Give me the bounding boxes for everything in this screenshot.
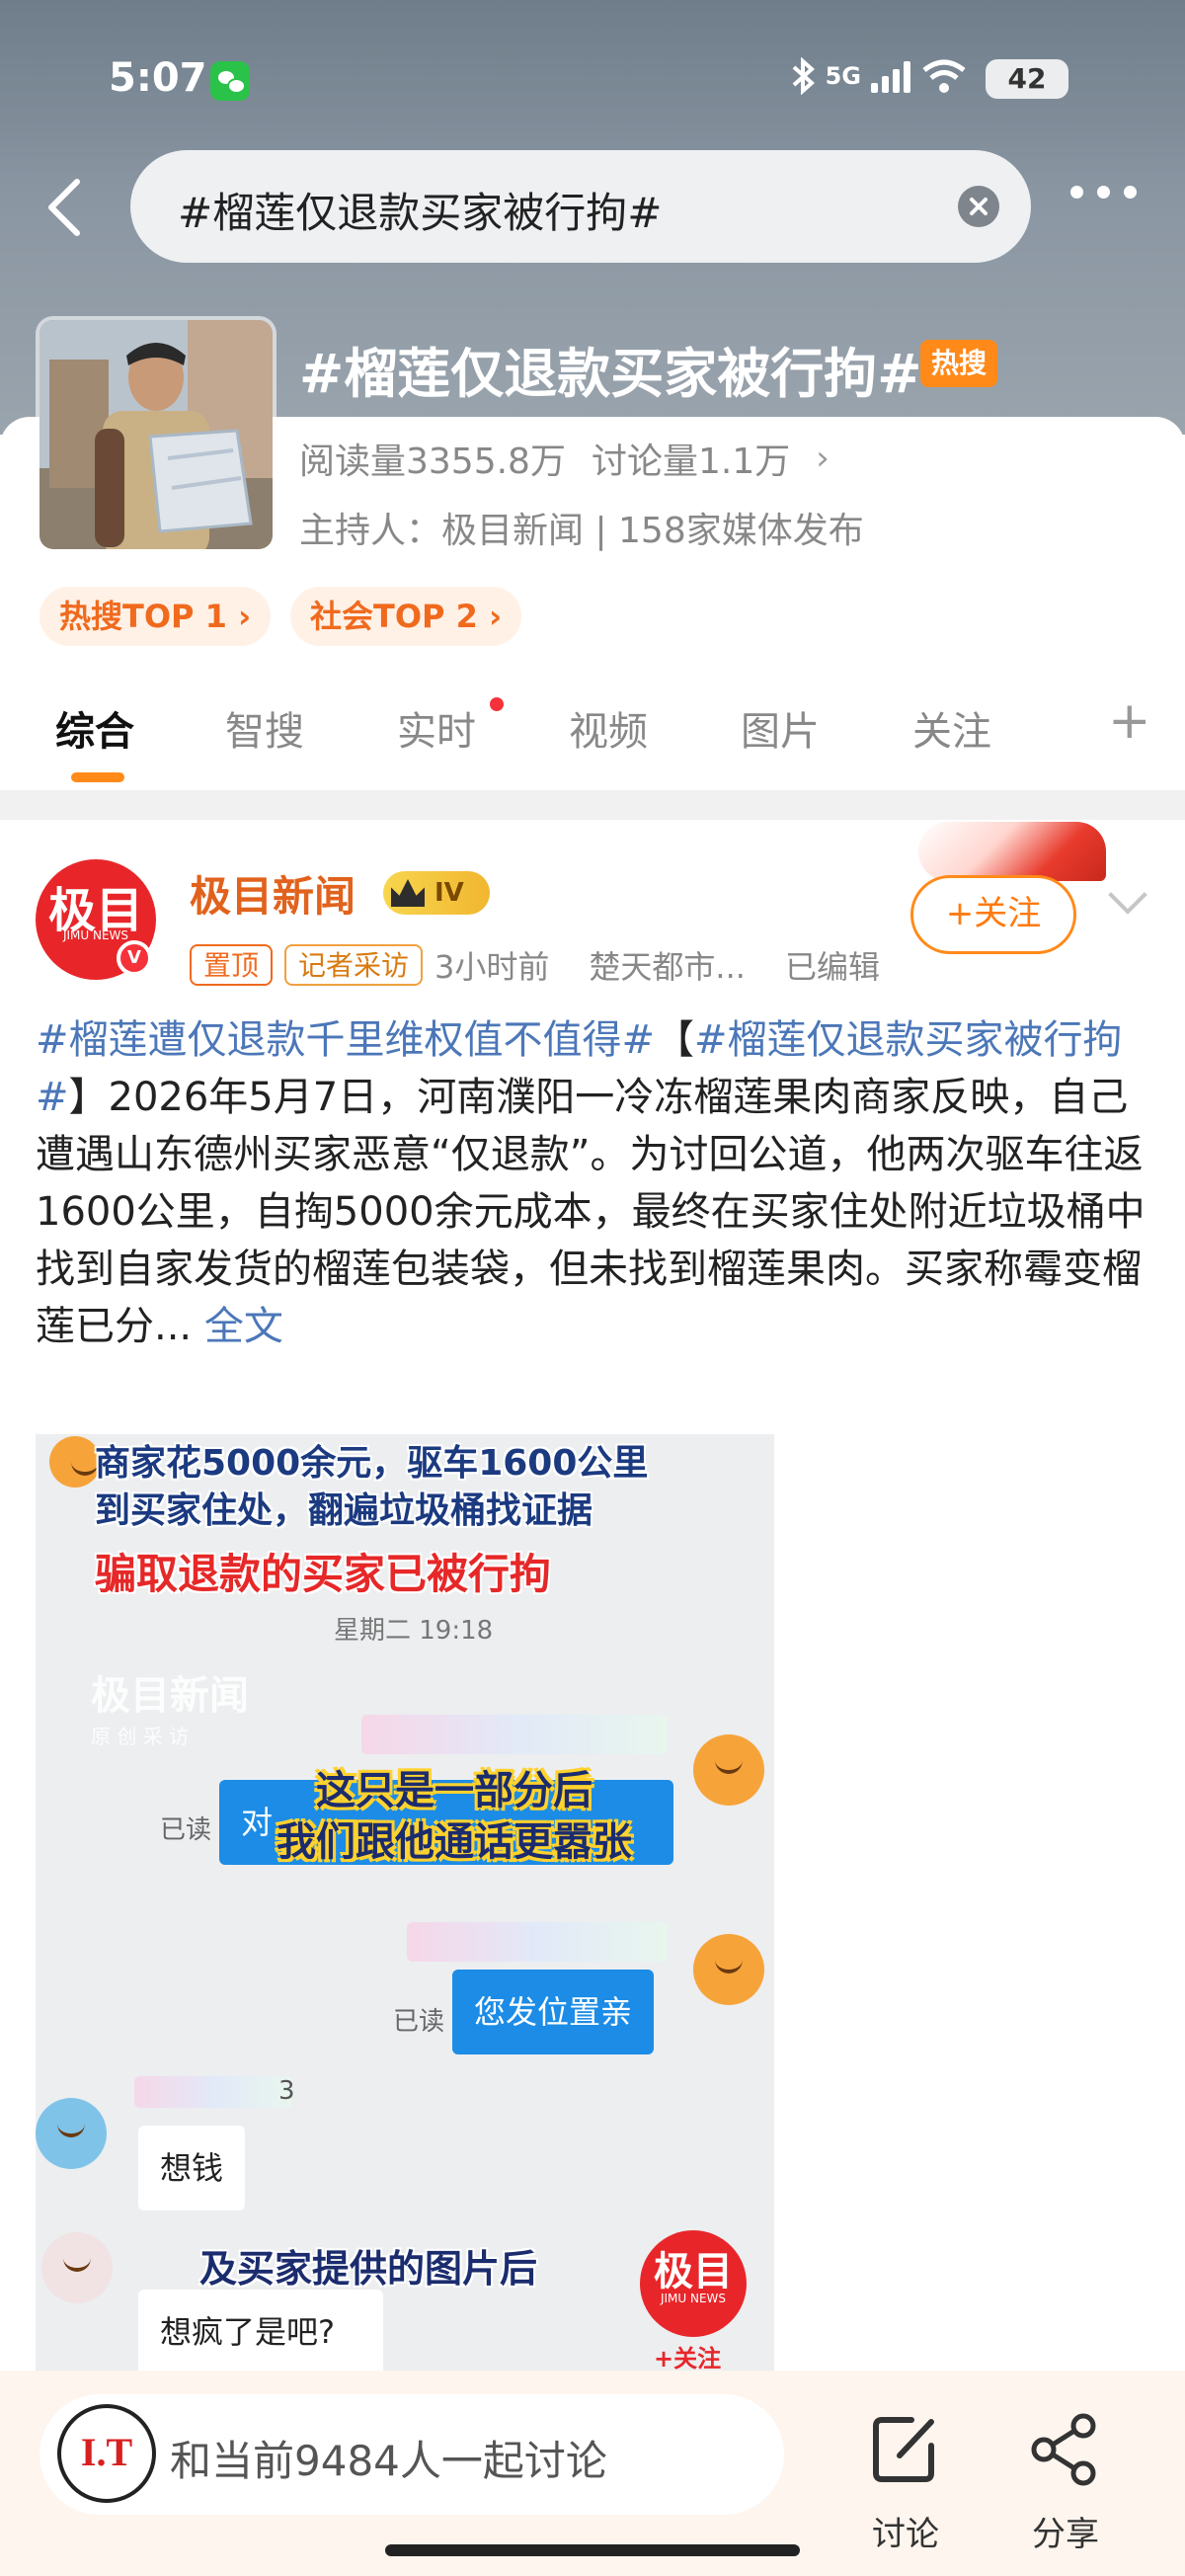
- thumbnail-image: [40, 320, 273, 549]
- emoji-avatar: [49, 1436, 101, 1488]
- video-caption: 到买家住处，翻遍垃圾桶找证据: [95, 1490, 593, 1531]
- discussion-placeholder: 和当前9484人一起讨论: [170, 2437, 607, 2485]
- bubble-text: 想钱: [160, 2149, 224, 2187]
- section-divider: [0, 790, 1185, 820]
- add-tab-button[interactable]: +: [1108, 691, 1151, 751]
- watermark-text: 极目新闻: [91, 1673, 249, 1719]
- video-caption: 商家花5000余元，驱车1600公里: [95, 1443, 649, 1484]
- read-label: 已读: [393, 2007, 445, 2037]
- bubble-text: 对: [241, 1804, 274, 1841]
- pinned-chip: 置顶: [190, 944, 274, 986]
- video-caption-highlight: 骗取退款的买家已被行拘: [95, 1550, 552, 1598]
- edited-label: 已编辑: [784, 948, 880, 986]
- contact-avatar: [36, 2098, 107, 2169]
- hot-search-badge: 热搜: [920, 340, 997, 387]
- discuss-button[interactable]: 讨论: [851, 2396, 960, 2554]
- video-watermark: 极目新闻原 创 采 访: [91, 1663, 249, 1749]
- active-tab-indicator: [71, 772, 124, 782]
- chat-bubble: 您发位置亲: [452, 1970, 655, 2054]
- emoji-avatar: [693, 1934, 764, 2005]
- edit-icon: [873, 2417, 934, 2482]
- share-button[interactable]: 分享: [1011, 2396, 1120, 2554]
- tab-bar: 综合 智搜 实时 视频 图片 关注: [0, 691, 1185, 786]
- blurred-name: [361, 1715, 668, 1754]
- discussion-count: 讨论量1.1万: [591, 442, 791, 482]
- tab-images[interactable]: 图片: [741, 699, 820, 757]
- read-label: 已读: [160, 1815, 212, 1845]
- search-input[interactable]: #榴莲仅退款买家被行拘#: [130, 150, 1031, 263]
- jimu-logo: 极目 JIMU NEWS: [640, 2230, 747, 2337]
- tab-following[interactable]: 关注: [912, 699, 991, 757]
- contact-avatar: [41, 2232, 113, 2303]
- wechat-notification-icon: [210, 61, 250, 101]
- bubble-text: 想疯了是吧?: [160, 2313, 335, 2351]
- home-indicator[interactable]: [385, 2544, 800, 2556]
- chat-bubble: 想疯了是吧?: [138, 2290, 383, 2371]
- wifi-icon: [922, 59, 966, 93]
- hashtag-link[interactable]: #榴莲遭仅退款千里维权值不值得#: [36, 1017, 655, 1063]
- back-button[interactable]: [43, 178, 87, 237]
- partial-number: 3: [278, 2076, 295, 2106]
- topic-title: #榴莲仅退款买家被行拘#: [299, 343, 922, 405]
- share-icon: [1031, 2413, 1096, 2486]
- bracket-open: 【: [655, 1017, 695, 1063]
- clear-search-button[interactable]: [958, 186, 999, 227]
- author-level-badge: IV: [383, 871, 490, 915]
- chat-timestamp: 星期二 19:18: [334, 1616, 494, 1646]
- tab-realtime[interactable]: 实时: [397, 699, 476, 757]
- post-source: 楚天都市...: [589, 948, 746, 986]
- close-icon: [970, 198, 988, 215]
- logo-text: 极目: [654, 2249, 733, 2294]
- video-subtitle: 我们跟他通话更嚣张: [276, 1819, 632, 1865]
- post-card: 极目 JIMU NEWS V 极目新闻 IV 置顶 记者采访 3小时前 楚天都市…: [0, 820, 1185, 2371]
- full-text-link[interactable]: 全文: [204, 1304, 283, 1349]
- post-text: 】2026年5月7日，河南濮阳一冷冻榴莲果肉商家反映，自己遭遇山东德州买家恶意“…: [36, 1075, 1146, 1349]
- video-subtitle: 这只是一部分后: [316, 1768, 592, 1813]
- topic-thumbnail[interactable]: [36, 316, 276, 553]
- chevron-down-icon[interactable]: [1108, 875, 1147, 915]
- follow-button[interactable]: +关注: [910, 875, 1076, 954]
- logo-subtext: JIMU NEWS: [660, 2292, 727, 2305]
- post-time: 3小时前: [434, 948, 550, 986]
- network-type: 5G: [825, 62, 861, 90]
- bluetooth-icon: [792, 57, 815, 95]
- more-options-button[interactable]: [1070, 186, 1137, 199]
- bubble-text: 您发位置亲: [474, 1993, 633, 2031]
- discussion-input[interactable]: I.T 和当前9484人一起讨论: [40, 2394, 784, 2515]
- tab-comprehensive[interactable]: 综合: [55, 699, 134, 757]
- chevron-right-icon: ›: [816, 439, 830, 478]
- status-bar: 5:07 5G 42: [0, 40, 1185, 119]
- blurred-name: [407, 1922, 668, 1962]
- decorative-flag: [918, 822, 1106, 881]
- post-meta: 置顶 记者采访 3小时前 楚天都市... 已编辑: [190, 942, 880, 988]
- chat-bubble: 想钱: [138, 2126, 246, 2211]
- battery-icon: 42: [986, 59, 1068, 99]
- post-video[interactable]: 商家花5000余元，驱车1600公里 到买家住处，翻遍垃圾桶找证据 骗取退款的买…: [36, 1434, 774, 2371]
- reporter-chip: 记者采访: [284, 944, 424, 986]
- signal-icon: [871, 59, 910, 93]
- video-follow-label: +关注: [654, 2345, 722, 2371]
- tab-smart-search[interactable]: 智搜: [225, 699, 304, 757]
- emoji-avatar: [693, 1734, 764, 1806]
- blurred-name: [134, 2076, 292, 2108]
- post-body: #榴莲遭仅退款千里维权值不值得#【#榴莲仅退款买家被行拘#】2026年5月7日，…: [36, 1011, 1151, 1355]
- share-label: 分享: [1032, 2515, 1099, 2554]
- topic-stats[interactable]: 阅读量3355.8万 讨论量1.1万 ›: [299, 433, 830, 484]
- rank-tag-hot[interactable]: 热搜TOP 1 ›: [40, 587, 272, 646]
- status-time: 5:07: [109, 55, 207, 101]
- realtime-new-dot: [490, 697, 504, 711]
- rank-tag-society[interactable]: 社会TOP 2 ›: [290, 587, 522, 646]
- watermark-subtext: 原 创 采 访: [91, 1725, 190, 1748]
- status-icons: 5G: [790, 57, 968, 95]
- chevron-left-icon: [48, 179, 80, 236]
- topic-host: 主持人：极目新闻 | 158家媒体发布: [299, 511, 864, 551]
- verified-badge: V: [117, 940, 152, 976]
- author-name[interactable]: 极目新闻: [190, 863, 356, 924]
- tab-video[interactable]: 视频: [569, 699, 648, 757]
- video-subtitle: 及买家提供的图片后: [199, 2247, 538, 2291]
- read-count: 阅读量3355.8万: [299, 442, 566, 482]
- search-query: #榴莲仅退款买家被行拘#: [178, 189, 663, 237]
- user-avatar: I.T: [57, 2404, 156, 2503]
- discuss-label: 讨论: [872, 2515, 939, 2554]
